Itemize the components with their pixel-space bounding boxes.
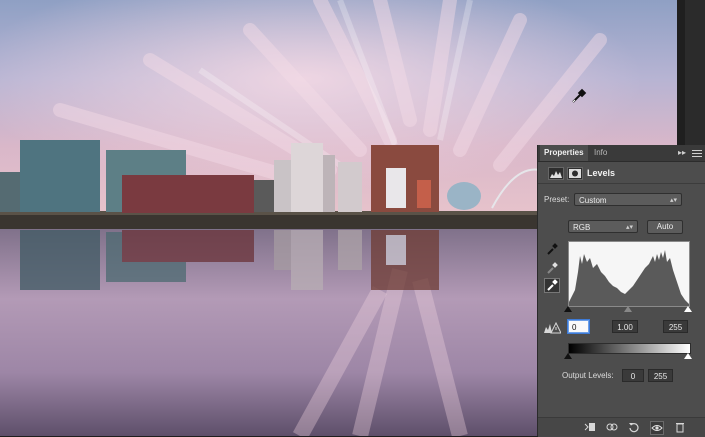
input-white-slider[interactable] [684, 306, 692, 312]
input-white-field[interactable]: 255 [663, 320, 688, 333]
dropdown-arrows-icon: ▴▾ [669, 197, 677, 204]
clip-to-layer-icon[interactable] [584, 421, 596, 433]
preset-dropdown[interactable]: Custom ▴▾ [574, 193, 682, 206]
output-white-slider[interactable] [684, 353, 692, 359]
levels-adjustment-icon[interactable] [548, 167, 564, 180]
white-point-eyedropper-icon[interactable] [544, 278, 560, 293]
histogram-graph [569, 250, 689, 306]
output-black-field[interactable]: 0 [622, 369, 644, 382]
input-gamma-slider[interactable] [624, 306, 632, 312]
input-black-slider[interactable] [564, 306, 572, 312]
levels-histogram [568, 241, 690, 307]
adjustment-title: Levels [587, 168, 616, 178]
preset-label: Preset: [544, 195, 570, 204]
panel-menu-icon[interactable] [692, 148, 702, 157]
tab-properties[interactable]: Properties [540, 145, 588, 161]
channel-dropdown[interactable]: RGB ▴▾ [568, 220, 638, 233]
input-gamma-field[interactable]: 1.00 [612, 320, 638, 333]
layer-mask-icon[interactable] [567, 167, 583, 180]
output-black-slider[interactable] [564, 353, 572, 359]
collapse-panel-button[interactable]: ▸▸ [678, 148, 686, 157]
eyedropper-cursor-icon [572, 88, 587, 103]
preset-value: Custom [579, 196, 607, 205]
reset-icon[interactable] [628, 421, 640, 433]
auto-button[interactable]: Auto [647, 220, 683, 234]
properties-panel: Properties Info ▸▸ Levels Preset: Custom… [537, 145, 705, 437]
dropdown-arrows-icon: ▴▾ [625, 224, 633, 231]
trash-icon[interactable] [674, 421, 686, 433]
adjustment-header: Levels [538, 163, 705, 184]
visibility-eye-icon[interactable] [650, 421, 664, 435]
output-white-field[interactable]: 255 [648, 369, 673, 382]
output-gradient-bar [568, 343, 691, 354]
clipping-warning-icon[interactable] [543, 321, 562, 334]
tab-info[interactable]: Info [590, 145, 611, 161]
panel-footer [538, 417, 705, 437]
black-point-eyedropper-icon[interactable] [544, 242, 560, 257]
output-levels-label: Output Levels: [562, 371, 614, 380]
channel-value: RGB [573, 223, 591, 232]
view-previous-state-icon[interactable] [606, 421, 618, 433]
gray-point-eyedropper-icon[interactable] [544, 261, 560, 276]
panel-tab-bar: Properties Info ▸▸ [538, 145, 705, 162]
input-black-field[interactable]: 0 [568, 320, 589, 333]
